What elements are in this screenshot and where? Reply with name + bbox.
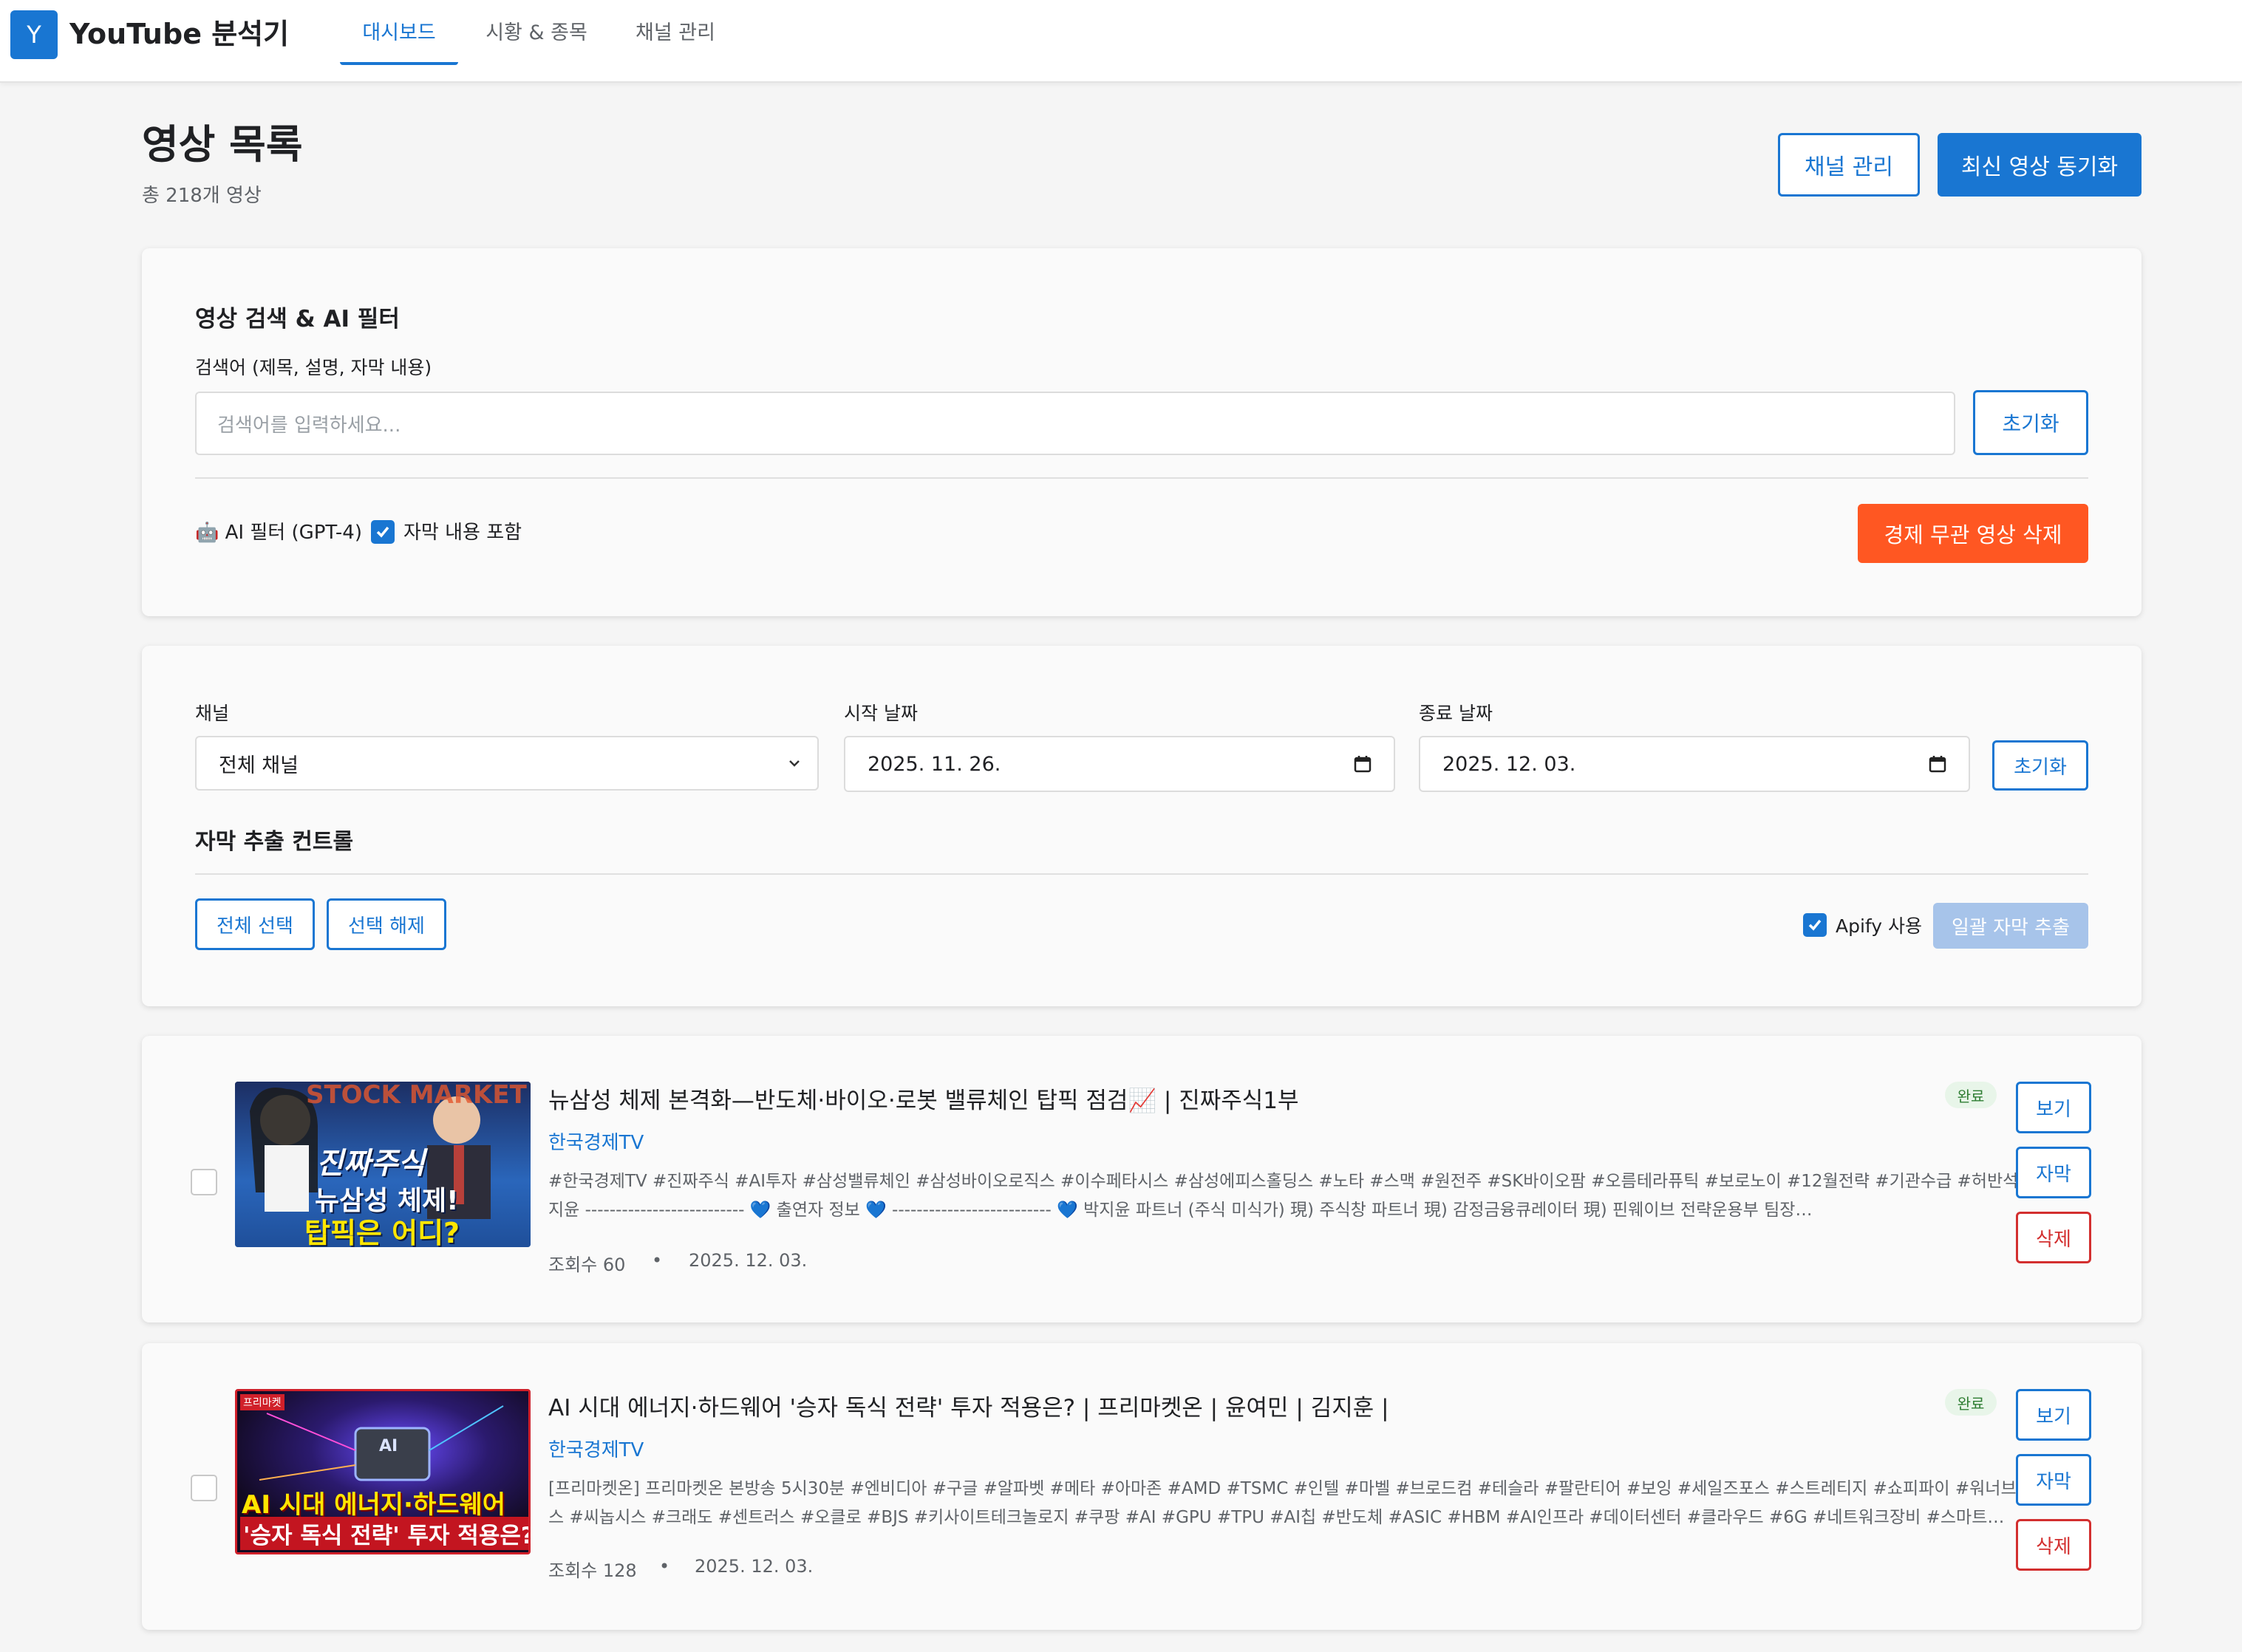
top-navigation-bar: Y YouTube 분석기 대시보드 시황 & 종목 채널 관리: [0, 0, 2242, 83]
video-channel[interactable]: 한국경제TV: [548, 1127, 644, 1155]
search-input[interactable]: 검색어를 입력하세요...: [195, 392, 1955, 455]
thumbnail-text-1: 진짜주식: [316, 1147, 426, 1181]
view-button[interactable]: 보기: [2016, 1082, 2091, 1133]
include-subtitles-label: 자막 내용 포함: [403, 522, 522, 544]
search-divider: [195, 477, 2088, 479]
apify-label: Apify 사용: [1836, 915, 1923, 937]
video-title[interactable]: 뉴삼성 체제 본격화—반도체·바이오·로봇 밸류체인 탑픽 점검📈 | 진짜주식…: [548, 1082, 1299, 1115]
video-date: 2025. 12. 03.: [695, 1556, 814, 1577]
thumbnail-bg-text: STOCK MARKET: [306, 1082, 527, 1110]
video-card: STOCK MARKET 진짜주식 뉴삼성 체제! 탑픽은 어디? 뉴삼성 체제…: [142, 1036, 2142, 1322]
tab-dashboard[interactable]: 대시보드: [340, 0, 458, 65]
meta-separator: •: [659, 1556, 670, 1577]
subtitle-button[interactable]: 자막: [2016, 1147, 2091, 1198]
search-card-title: 영상 검색 & AI 필터: [195, 306, 400, 332]
subtitle-control-divider: [195, 873, 2088, 875]
video-description: [프리마켓온] 프리마켓온 본방송 5시30분 #엔비디아 #구글 #알파벳 #…: [548, 1479, 2048, 1527]
search-ai-filter-card: 영상 검색 & AI 필터 검색어 (제목, 설명, 자막 내용) 검색어를 입…: [142, 248, 2142, 616]
start-date-label: 시작 날짜: [844, 703, 918, 724]
tab-market-stocks[interactable]: 시황 & 종목: [477, 0, 596, 65]
include-subtitles-checkbox[interactable]: [371, 520, 395, 544]
end-date-value: 2025. 12. 03.: [1442, 752, 1576, 776]
start-date-input[interactable]: 2025. 11. 26.: [844, 736, 1395, 792]
end-date-input[interactable]: 2025. 12. 03.: [1419, 736, 1970, 792]
channel-filter-label: 채널: [195, 703, 230, 724]
video-views: 조회수 128: [548, 1560, 637, 1581]
status-badge: 완료: [1945, 1082, 1997, 1108]
subtitle-button[interactable]: 자막: [2016, 1454, 2091, 1506]
video-title[interactable]: AI 시대 에너지·하드웨어 '승자 독식 전략' 투자 적용은? | 프리마켓…: [548, 1389, 1389, 1422]
search-field-label: 검색어 (제목, 설명, 자막 내용): [195, 357, 432, 378]
video-date: 2025. 12. 03.: [689, 1250, 808, 1271]
video-select-checkbox[interactable]: [191, 1169, 217, 1195]
thumbnail-text-2: '승자 독식 전략' 투자 적용은?: [240, 1517, 528, 1550]
video-count: 총 218개 영상: [142, 185, 262, 207]
start-date-value: 2025. 11. 26.: [868, 752, 1001, 776]
calendar-icon[interactable]: [1927, 754, 1948, 774]
video-views: 조회수 60: [548, 1255, 626, 1275]
thumbnail-badge: 프리마켓: [240, 1394, 284, 1410]
calendar-icon[interactable]: [1352, 754, 1373, 774]
view-button[interactable]: 보기: [2016, 1389, 2091, 1441]
check-icon: [376, 526, 389, 538]
video-select-checkbox[interactable]: [191, 1475, 217, 1501]
end-date-label: 종료 날짜: [1419, 703, 1493, 724]
search-reset-button[interactable]: 초기화: [1973, 390, 2088, 455]
channel-manage-button[interactable]: 채널 관리: [1778, 133, 1920, 197]
sync-latest-videos-button[interactable]: 최신 영상 동기화: [1938, 133, 2142, 197]
apify-checkbox[interactable]: [1803, 913, 1827, 937]
thumbnail-text-1: AI 시대 에너지·하드웨어: [242, 1490, 506, 1520]
video-channel[interactable]: 한국경제TV: [548, 1435, 644, 1462]
select-all-button[interactable]: 전체 선택: [195, 898, 315, 950]
deselect-all-button[interactable]: 선택 해제: [327, 898, 446, 950]
video-thumbnail[interactable]: 프리마켓 AI AI 시대 에너지·하드웨어 '승자 독식 전략' 투자 적용은…: [235, 1389, 531, 1554]
channel-select[interactable]: 전체 채널: [195, 736, 819, 791]
batch-extract-subtitles-button[interactable]: 일괄 자막 추출: [1933, 903, 2088, 949]
app-logo: Y: [10, 10, 58, 59]
status-badge: 완료: [1945, 1389, 1997, 1416]
tab-channel-management[interactable]: 채널 관리: [616, 0, 735, 65]
app-title: YouTube 분석기: [69, 18, 290, 50]
filter-reset-button[interactable]: 초기화: [1992, 740, 2088, 791]
video-card: 프리마켓 AI AI 시대 에너지·하드웨어 '승자 독식 전략' 투자 적용은…: [142, 1343, 2142, 1630]
thumbnail-text-3: 탑픽은 어디?: [304, 1217, 460, 1247]
ai-filter-label: 🤖 AI 필터 (GPT-4): [195, 522, 362, 544]
video-description: #한국경제TV #진짜주식 #AI투자 #삼성밸류체인 #삼성바이오로직스 #이…: [548, 1172, 2054, 1220]
meta-separator: •: [652, 1250, 663, 1271]
channel-select-value: 전체 채널: [219, 754, 299, 777]
delete-button[interactable]: 삭제: [2016, 1212, 2091, 1263]
page-title: 영상 목록: [142, 121, 303, 168]
thumbnail-chip-label: AI: [379, 1437, 398, 1455]
check-icon: [1808, 919, 1822, 931]
chevron-down-icon: [789, 760, 800, 767]
delete-unrelated-videos-button[interactable]: 경제 무관 영상 삭제: [1858, 504, 2088, 563]
video-thumbnail[interactable]: STOCK MARKET 진짜주식 뉴삼성 체제! 탑픽은 어디?: [235, 1082, 531, 1247]
delete-button[interactable]: 삭제: [2016, 1519, 2091, 1571]
logo-letter: Y: [27, 21, 41, 49]
filter-card: 채널 전체 채널 시작 날짜 2025. 11. 26. 종료 날짜 2025.…: [142, 646, 2142, 1006]
subtitle-control-title: 자막 추출 컨트롤: [195, 829, 354, 855]
